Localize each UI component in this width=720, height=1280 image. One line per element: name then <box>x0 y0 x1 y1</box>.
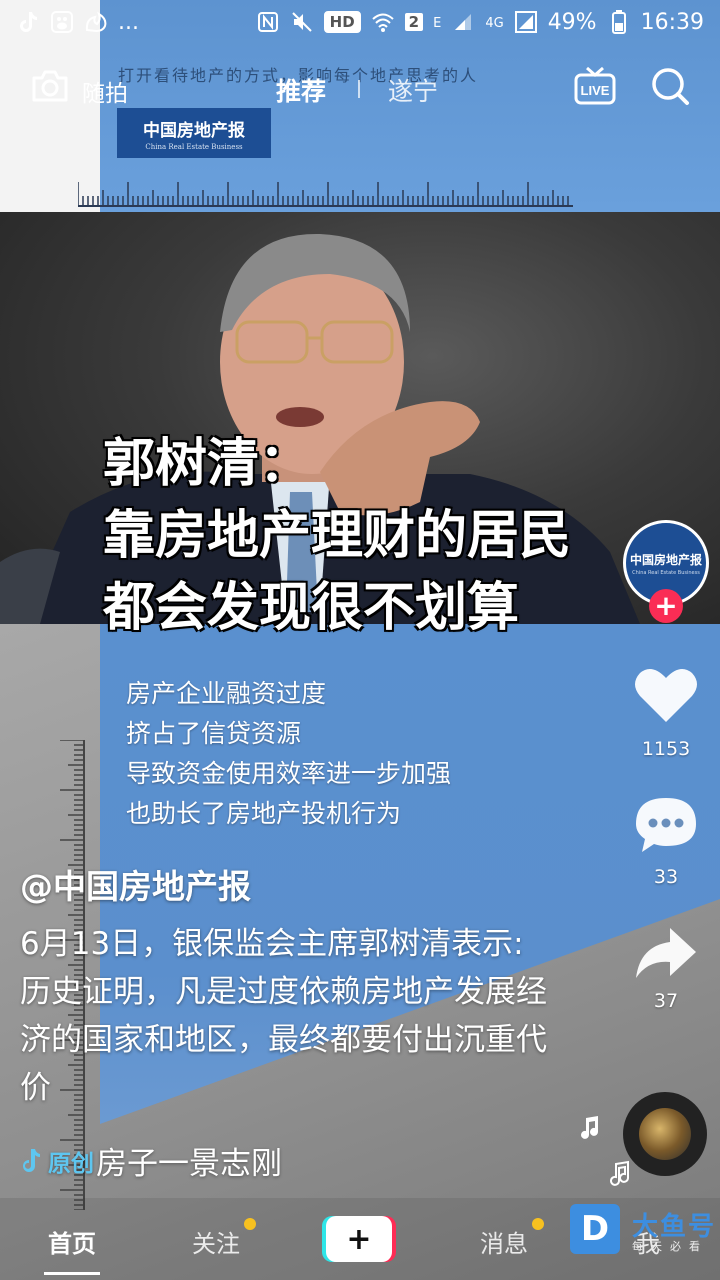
avatar-text: 中国房地产报 <box>629 552 702 567</box>
create-button[interactable]: + <box>322 1216 396 1262</box>
logo-en: China Real Estate Business <box>145 142 243 151</box>
music-name: 房子一景志刚 <box>96 1146 282 1182</box>
share-arrow-icon[interactable] <box>634 924 698 982</box>
headline-line-1: 郭树清： <box>103 434 312 494</box>
nfc-icon <box>256 10 280 34</box>
create-plus-icon: + <box>326 1216 392 1262</box>
comment-icon[interactable] <box>634 796 698 854</box>
original-tag: 原创 <box>48 1150 94 1177</box>
camera-icon[interactable] <box>30 68 70 104</box>
dayu-watermark: D 大鱼号 每天必看 <box>570 1204 720 1280</box>
like-count: 1153 <box>641 738 691 760</box>
follow-notification-dot <box>244 1218 256 1230</box>
floating-note-icon <box>581 1116 598 1139</box>
tab-city[interactable]: 遂宁 <box>388 72 438 108</box>
post-description[interactable]: 6月13日，银保监会主席郭树清表示: 历史证明，凡是过度依赖房地产发展经济的国家… <box>20 920 560 1112</box>
logo-cn: 中国房地产报 <box>143 120 245 141</box>
network-4g-label: 4G <box>485 15 504 31</box>
signal-icon-2 <box>514 10 538 34</box>
live-icon[interactable]: LIVE <box>574 66 616 106</box>
music-disc[interactable] <box>623 1092 707 1176</box>
top-nav: 随拍 推荐 遂宁 LIVE <box>0 58 720 118</box>
status-bar: ... HD 2 E 4G 49% 16:39 <box>0 0 720 44</box>
disc-cover <box>639 1108 691 1160</box>
nav-home[interactable]: 首页 <box>48 1224 96 1259</box>
signal-icon-1 <box>451 10 475 34</box>
svg-text:LIVE: LIVE <box>581 83 610 98</box>
quick-shoot-label[interactable]: 随拍 <box>82 74 128 108</box>
music-row[interactable]: 原创 房子一景志刚 <box>20 1138 282 1183</box>
clock: 16:39 <box>640 9 704 35</box>
comment-count: 33 <box>653 866 679 888</box>
baidu-notification-icon <box>50 10 74 34</box>
watermark-logo: D <box>570 1204 620 1254</box>
nav-follow[interactable]: 关注 <box>192 1224 240 1259</box>
author-handle[interactable]: @中国房地产报 <box>20 860 251 908</box>
video-headline: 郭树清： 靠房地产理财的居民 都会发现很不划算 <box>103 428 571 644</box>
tiktok-notification-icon <box>16 10 40 34</box>
battery-percent: 49% <box>547 9 597 35</box>
floating-note-icon <box>610 1160 629 1186</box>
like-heart-icon[interactable] <box>634 666 698 724</box>
subtitle-line: 也助长了房地产投机行为 <box>126 799 402 828</box>
follow-plus-button[interactable]: + <box>649 589 683 623</box>
mute-icon <box>290 10 314 34</box>
wifi-icon <box>371 10 395 34</box>
hd-voice-badge: HD <box>323 11 361 33</box>
watermark-slogan: 每天必看 <box>632 1240 708 1253</box>
nav-active-indicator <box>44 1272 100 1275</box>
tiktok-music-icon <box>23 1148 40 1172</box>
network-e-label: E <box>433 15 442 31</box>
tab-recommend[interactable]: 推荐 <box>276 72 326 108</box>
headline-line-2: 靠房地产理财的居民 <box>103 506 572 566</box>
share-count: 37 <box>653 990 679 1012</box>
messages-notification-dot <box>532 1218 544 1230</box>
tab-divider <box>358 80 360 98</box>
subtitle-line: 房产企业融资过度 <box>126 679 327 708</box>
search-icon[interactable] <box>650 66 690 106</box>
more-notifications: ... <box>118 9 139 35</box>
subtitle-line: 挤占了信贷资源 <box>126 719 302 748</box>
headline-line-3: 都会发现很不划算 <box>103 578 520 638</box>
subtitle-line: 导致资金使用效率进一步加强 <box>126 759 452 788</box>
battery-icon <box>607 10 631 34</box>
avatar-subtext: China Real Estate Business <box>632 569 700 576</box>
video-subtitles: 房产企业融资过度 挤占了信贷资源 导致资金使用效率进一步加强 也助长了房地产投机… <box>126 674 451 834</box>
sim-badge: 2 <box>404 13 424 31</box>
ruler-decoration <box>78 182 573 207</box>
uc-browser-notification-icon <box>84 10 108 34</box>
nav-messages[interactable]: 消息 <box>480 1224 528 1259</box>
